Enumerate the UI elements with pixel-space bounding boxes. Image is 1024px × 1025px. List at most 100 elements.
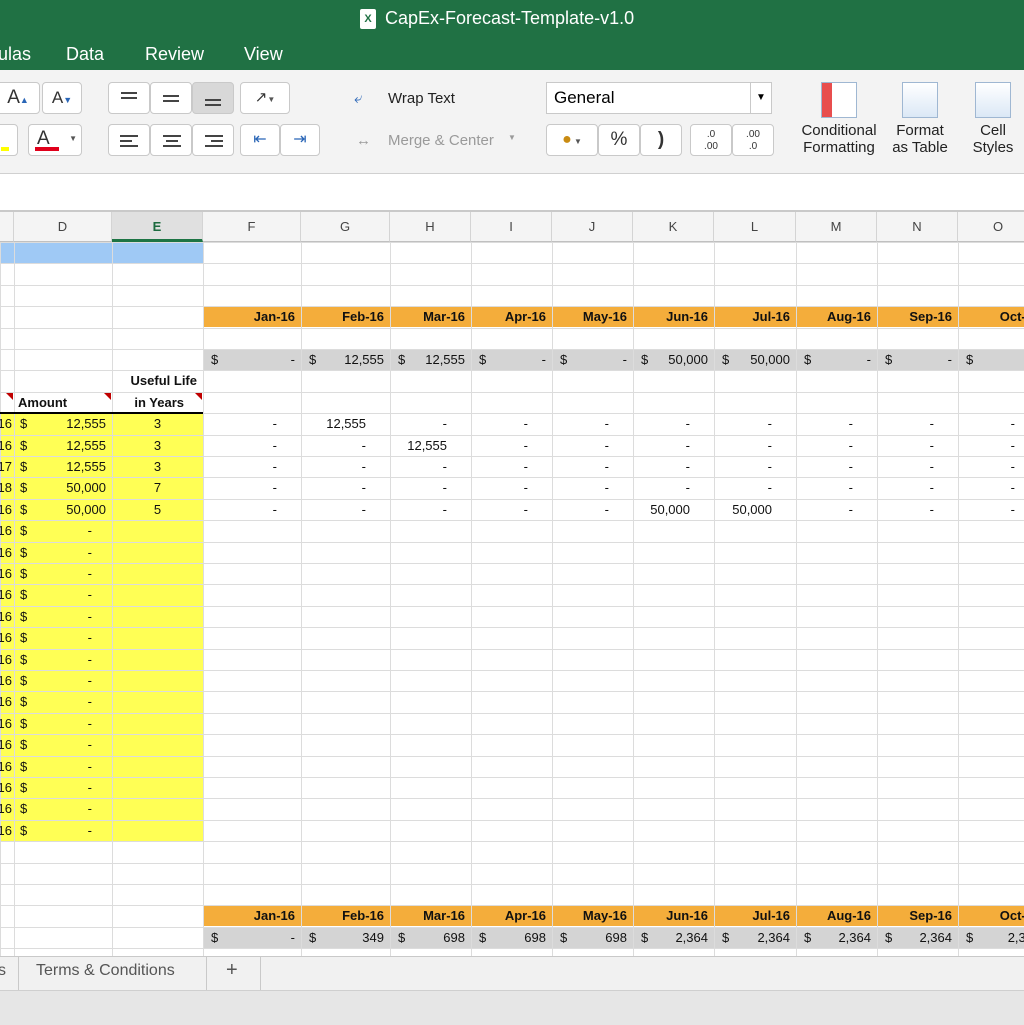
useful-life-value[interactable]: 3 [112, 413, 203, 434]
month-value[interactable]: - [714, 456, 772, 477]
number-format-select[interactable]: General ▼ [546, 82, 772, 114]
month-header[interactable]: Jun-16 [633, 306, 708, 327]
month-value[interactable]: - [633, 456, 690, 477]
month-value[interactable]: - [877, 413, 934, 434]
total-value[interactable]: 50,000 [633, 349, 708, 370]
date-fragment[interactable]: 16 [0, 542, 12, 563]
asset-amount[interactable]: - [14, 820, 92, 841]
month-value[interactable]: - [301, 499, 366, 520]
date-fragment[interactable]: 16 [0, 734, 12, 755]
column-header-g[interactable]: G [301, 212, 390, 242]
month-value[interactable]: - [552, 435, 609, 456]
date-fragment[interactable]: 16 [0, 584, 12, 605]
month-value[interactable]: - [958, 499, 1015, 520]
bottom-total-value[interactable]: 2,36 [958, 927, 1024, 948]
month-value[interactable]: - [877, 435, 934, 456]
month-value[interactable]: - [714, 413, 772, 434]
bottom-total-value[interactable]: - [203, 927, 295, 948]
asset-amount[interactable]: 50,000 [14, 499, 106, 520]
useful-life-value[interactable]: 3 [112, 456, 203, 477]
asset-amount[interactable]: 12,555 [14, 435, 106, 456]
month-value[interactable]: - [877, 499, 934, 520]
useful-life-header[interactable]: in Years [112, 392, 184, 413]
align-bottom-button[interactable] [192, 82, 234, 114]
date-fragment[interactable]: 16 [0, 563, 12, 584]
date-fragment[interactable]: 16 [0, 606, 12, 627]
tab-view[interactable]: View [244, 44, 283, 65]
sheet-tab-partial[interactable]: s [0, 962, 6, 980]
month-value[interactable]: - [390, 499, 447, 520]
comma-style-button[interactable]: ) [640, 124, 682, 156]
useful-life-value[interactable]: 3 [112, 435, 203, 456]
total-value[interactable]: - [552, 349, 627, 370]
month-value[interactable]: - [633, 435, 690, 456]
month-value[interactable]: - [633, 477, 690, 498]
month-header[interactable]: Oct-1 [958, 306, 1024, 327]
month-value[interactable]: - [471, 456, 528, 477]
total-value[interactable]: 12,555 [390, 349, 465, 370]
sheet-tab-terms[interactable]: Terms & Conditions [36, 962, 175, 980]
increase-decimal-button[interactable]: .0 .00 [690, 124, 732, 156]
month-value[interactable]: - [552, 499, 609, 520]
month-value[interactable]: - [877, 456, 934, 477]
date-fragment[interactable]: 16 [0, 756, 12, 777]
bottom-month-header[interactable]: Jul-16 [714, 905, 790, 926]
month-value[interactable]: - [390, 413, 447, 434]
month-value[interactable]: - [301, 477, 366, 498]
month-value[interactable]: - [203, 499, 277, 520]
month-header[interactable]: Apr-16 [471, 306, 546, 327]
month-value[interactable]: - [796, 456, 853, 477]
asset-amount[interactable]: - [14, 584, 92, 605]
month-value[interactable]: - [301, 435, 366, 456]
bottom-month-header[interactable]: Sep-16 [877, 905, 952, 926]
bottom-month-header[interactable]: Aug-16 [796, 905, 871, 926]
column-header-j[interactable]: J [552, 212, 633, 242]
month-value[interactable]: - [958, 477, 1015, 498]
month-value[interactable]: - [714, 477, 772, 498]
bottom-total-value[interactable]: 2,364 [877, 927, 952, 948]
bottom-total-value[interactable]: 2,364 [796, 927, 871, 948]
asset-amount[interactable]: 50,000 [14, 477, 106, 498]
spreadsheet-grid[interactable]: D E F G H I J K L M N O Jan-16 Feb-16 Mar-… [0, 212, 1024, 956]
month-value[interactable]: - [301, 456, 366, 477]
month-header[interactable]: Jul-16 [714, 306, 790, 327]
bottom-month-header[interactable]: May-16 [552, 905, 627, 926]
month-value[interactable]: - [633, 413, 690, 434]
month-value[interactable]: - [958, 456, 1015, 477]
wrap-text-button[interactable]: Wrap Text [388, 90, 455, 107]
month-header[interactable]: Mar-16 [390, 306, 465, 327]
month-value[interactable]: - [390, 477, 447, 498]
useful-life-value[interactable]: 5 [112, 499, 203, 520]
asset-amount[interactable]: - [14, 649, 92, 670]
asset-amount[interactable]: - [14, 520, 92, 541]
asset-amount[interactable]: - [14, 798, 92, 819]
column-header-k[interactable]: K [633, 212, 714, 242]
percent-style-button[interactable]: % [598, 124, 640, 156]
total-value[interactable]: - [958, 349, 1024, 370]
bottom-total-value[interactable]: 698 [471, 927, 546, 948]
month-value[interactable]: - [877, 477, 934, 498]
bottom-total-value[interactable]: 349 [301, 927, 384, 948]
date-fragment[interactable]: 16 [0, 691, 12, 712]
date-fragment[interactable]: 16 [0, 520, 12, 541]
month-value[interactable]: 12,555 [390, 435, 447, 456]
column-header-l[interactable]: L [714, 212, 796, 242]
month-header[interactable]: Feb-16 [301, 306, 384, 327]
month-value[interactable]: - [203, 477, 277, 498]
total-value[interactable]: - [203, 349, 295, 370]
asset-amount[interactable]: - [14, 777, 92, 798]
bottom-total-value[interactable]: 698 [390, 927, 465, 948]
month-value[interactable]: - [796, 477, 853, 498]
column-header-e[interactable]: E [112, 212, 203, 242]
month-value[interactable]: - [552, 413, 609, 434]
asset-amount[interactable]: - [14, 627, 92, 648]
align-left-button[interactable] [108, 124, 150, 156]
date-fragment[interactable]: 16 [0, 649, 12, 670]
date-fragment[interactable]: 16 [0, 499, 12, 520]
asset-amount[interactable]: - [14, 542, 92, 563]
month-value[interactable]: 12,555 [301, 413, 366, 434]
asset-amount[interactable]: - [14, 606, 92, 627]
date-fragment[interactable]: 16 [0, 627, 12, 648]
month-value[interactable]: - [714, 435, 772, 456]
bottom-total-value[interactable]: 2,364 [633, 927, 708, 948]
